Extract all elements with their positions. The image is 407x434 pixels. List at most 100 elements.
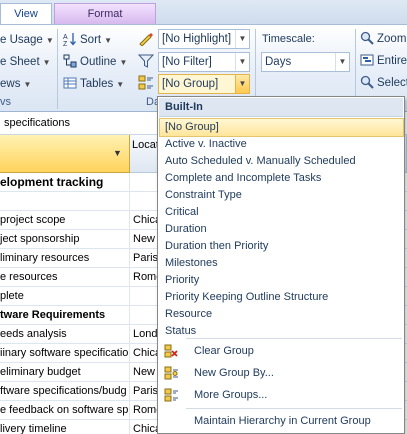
task-name-cell[interactable]: elopment tracking bbox=[0, 173, 130, 191]
location-cell[interactable]: Paris bbox=[131, 382, 159, 400]
location-cell[interactable]: Rome bbox=[131, 268, 159, 286]
location-cell[interactable]: Chica bbox=[131, 211, 159, 229]
location-cell[interactable]: Chica bbox=[131, 420, 159, 434]
highlight-value: [No Highlight] bbox=[162, 33, 232, 45]
other-views-button[interactable]: ews ▼ bbox=[0, 74, 31, 94]
filter-select[interactable]: [No Filter] ▼ bbox=[158, 52, 250, 72]
issue-usage-label: e Usage bbox=[0, 34, 43, 46]
location-cell[interactable] bbox=[131, 192, 159, 210]
sort-button[interactable]: A Z Sort ▼ bbox=[63, 30, 112, 50]
new-group-by-item[interactable]: New Group By... bbox=[160, 363, 403, 383]
location-cell[interactable] bbox=[131, 287, 159, 305]
group-dropdown-menu: Built-In [No Group] Active v. Inactive Aut… bbox=[157, 96, 405, 434]
maintain-hierarchy-item[interactable]: Maintain Hierarchy in Current Group bbox=[160, 411, 403, 431]
chevron-down-icon: ▼ bbox=[235, 53, 249, 71]
group-option-item[interactable]: Resource bbox=[160, 306, 403, 323]
entire-project-button[interactable]: Entire bbox=[360, 51, 407, 71]
ribbon-tab-bar: View Format bbox=[0, 0, 407, 24]
task-name-cell[interactable]: livery timeline bbox=[0, 420, 130, 434]
task-name-cell[interactable]: eeds analysis bbox=[0, 325, 130, 343]
chevron-down-icon: ▼ bbox=[104, 36, 113, 45]
group-divider bbox=[57, 29, 58, 109]
more-groups-item[interactable]: More Groups... bbox=[160, 385, 403, 405]
group-option-item[interactable]: Critical bbox=[160, 204, 403, 221]
location-cell[interactable]: Rome bbox=[131, 401, 159, 419]
tables-label: Tables bbox=[80, 78, 114, 90]
location-column-header[interactable]: Locat bbox=[130, 135, 160, 173]
timescale-value: Days bbox=[265, 56, 292, 68]
task-name-cell[interactable]: liminary resources bbox=[0, 249, 130, 267]
location-cell[interactable]: Chica bbox=[131, 344, 159, 362]
task-name-cell[interactable]: ftware specifications/budg bbox=[0, 382, 130, 400]
zoom-button[interactable]: Zoom bbox=[360, 29, 406, 49]
outline-button[interactable]: Outline ▼ bbox=[63, 52, 127, 72]
chevron-down-icon[interactable]: ▼ bbox=[113, 148, 122, 158]
magnifier-icon bbox=[360, 31, 374, 45]
menu-separator bbox=[186, 338, 402, 339]
resource-sheet-button[interactable]: e Sheet ▼ bbox=[0, 52, 51, 72]
tab-format[interactable]: Format bbox=[54, 3, 156, 24]
task-name-cell[interactable]: e resources bbox=[0, 268, 130, 286]
timescale-select[interactable]: Days ▼ bbox=[261, 52, 350, 72]
outline-label: Outline bbox=[80, 56, 117, 68]
chevron-down-icon: ▼ bbox=[335, 53, 349, 71]
task-name-cell[interactable]: e feedback on software sp bbox=[0, 401, 130, 419]
timescale-label: Timescale: bbox=[262, 33, 315, 45]
tab-view[interactable]: View bbox=[0, 3, 52, 24]
location-cell[interactable]: New bbox=[131, 363, 159, 381]
location-cell[interactable]: Londo bbox=[131, 325, 159, 343]
maintain-hierarchy-label: Maintain Hierarchy in Current Group bbox=[194, 415, 371, 427]
location-cell[interactable] bbox=[131, 306, 159, 324]
location-cell[interactable] bbox=[131, 173, 159, 191]
task-name-column-header[interactable]: ▼ bbox=[0, 135, 130, 173]
clear-group-label: Clear Group bbox=[194, 345, 254, 357]
task-name-cell[interactable]: project scope bbox=[0, 211, 130, 229]
zoom-label: Zoom bbox=[377, 33, 407, 45]
entire-project-label: Entire bbox=[377, 55, 407, 67]
group-option-item[interactable]: Priority bbox=[160, 272, 403, 289]
group-option-item[interactable]: Priority Keeping Outline Structure bbox=[160, 289, 403, 306]
chevron-down-icon: ▼ bbox=[235, 75, 249, 93]
location-cell[interactable]: Paris bbox=[131, 249, 159, 267]
more-groups-icon bbox=[164, 388, 178, 402]
task-name-cell[interactable] bbox=[0, 192, 130, 210]
highlight-select[interactable]: [No Highlight] ▼ bbox=[158, 29, 250, 49]
group-option-item[interactable]: Milestones bbox=[160, 255, 403, 272]
new-group-by-label: New Group By... bbox=[194, 367, 274, 379]
chevron-down-icon: ▼ bbox=[42, 58, 51, 67]
highlight-icon[interactable] bbox=[138, 32, 154, 46]
tables-button[interactable]: Tables ▼ bbox=[63, 74, 124, 94]
new-group-icon bbox=[164, 366, 178, 380]
filter-icon[interactable] bbox=[138, 54, 154, 68]
group-by-icon[interactable] bbox=[138, 75, 154, 91]
group-option-item[interactable]: [No Group] bbox=[159, 118, 404, 137]
views-group-label: vs bbox=[0, 96, 11, 108]
group-option-item[interactable]: Active v. Inactive bbox=[160, 136, 403, 153]
clear-group-icon bbox=[164, 344, 178, 358]
group-option-item[interactable]: Complete and Incomplete Tasks bbox=[160, 170, 403, 187]
more-groups-label: More Groups... bbox=[194, 389, 268, 401]
sort-label: Sort bbox=[80, 34, 102, 46]
task-name-cell[interactable]: tware Requirements bbox=[0, 306, 130, 324]
group-value: [No Group] bbox=[162, 78, 219, 90]
group-select[interactable]: [No Group] ▼ bbox=[158, 74, 250, 94]
issue-usage-button[interactable]: e Usage ▼ bbox=[0, 30, 54, 50]
chevron-down-icon: ▼ bbox=[45, 36, 54, 45]
selected-tasks-button[interactable]: Select bbox=[360, 73, 407, 93]
task-name-cell[interactable]: plete bbox=[0, 287, 130, 305]
entry-bar-value: specifications bbox=[4, 117, 71, 129]
chevron-down-icon: ▼ bbox=[116, 80, 125, 89]
clear-group-item[interactable]: Clear Group bbox=[160, 341, 403, 361]
group-option-item[interactable]: Constraint Type bbox=[160, 187, 403, 204]
task-name-cell[interactable]: ject sponsorship bbox=[0, 230, 130, 248]
svg-text:Z: Z bbox=[63, 41, 68, 46]
task-name-cell[interactable]: eliminary budget bbox=[0, 363, 130, 381]
chevron-down-icon: ▼ bbox=[235, 30, 249, 48]
group-option-item[interactable]: Auto Scheduled v. Manually Scheduled bbox=[160, 153, 403, 170]
location-cell[interactable]: New bbox=[131, 230, 159, 248]
task-name-cell[interactable]: iinary software specificatio bbox=[0, 344, 130, 362]
group-option-item[interactable]: Duration bbox=[160, 221, 403, 238]
sort-icon: AZ bbox=[63, 33, 76, 46]
group-option-item[interactable]: Duration then Priority bbox=[160, 238, 403, 255]
table-icon bbox=[63, 77, 77, 89]
